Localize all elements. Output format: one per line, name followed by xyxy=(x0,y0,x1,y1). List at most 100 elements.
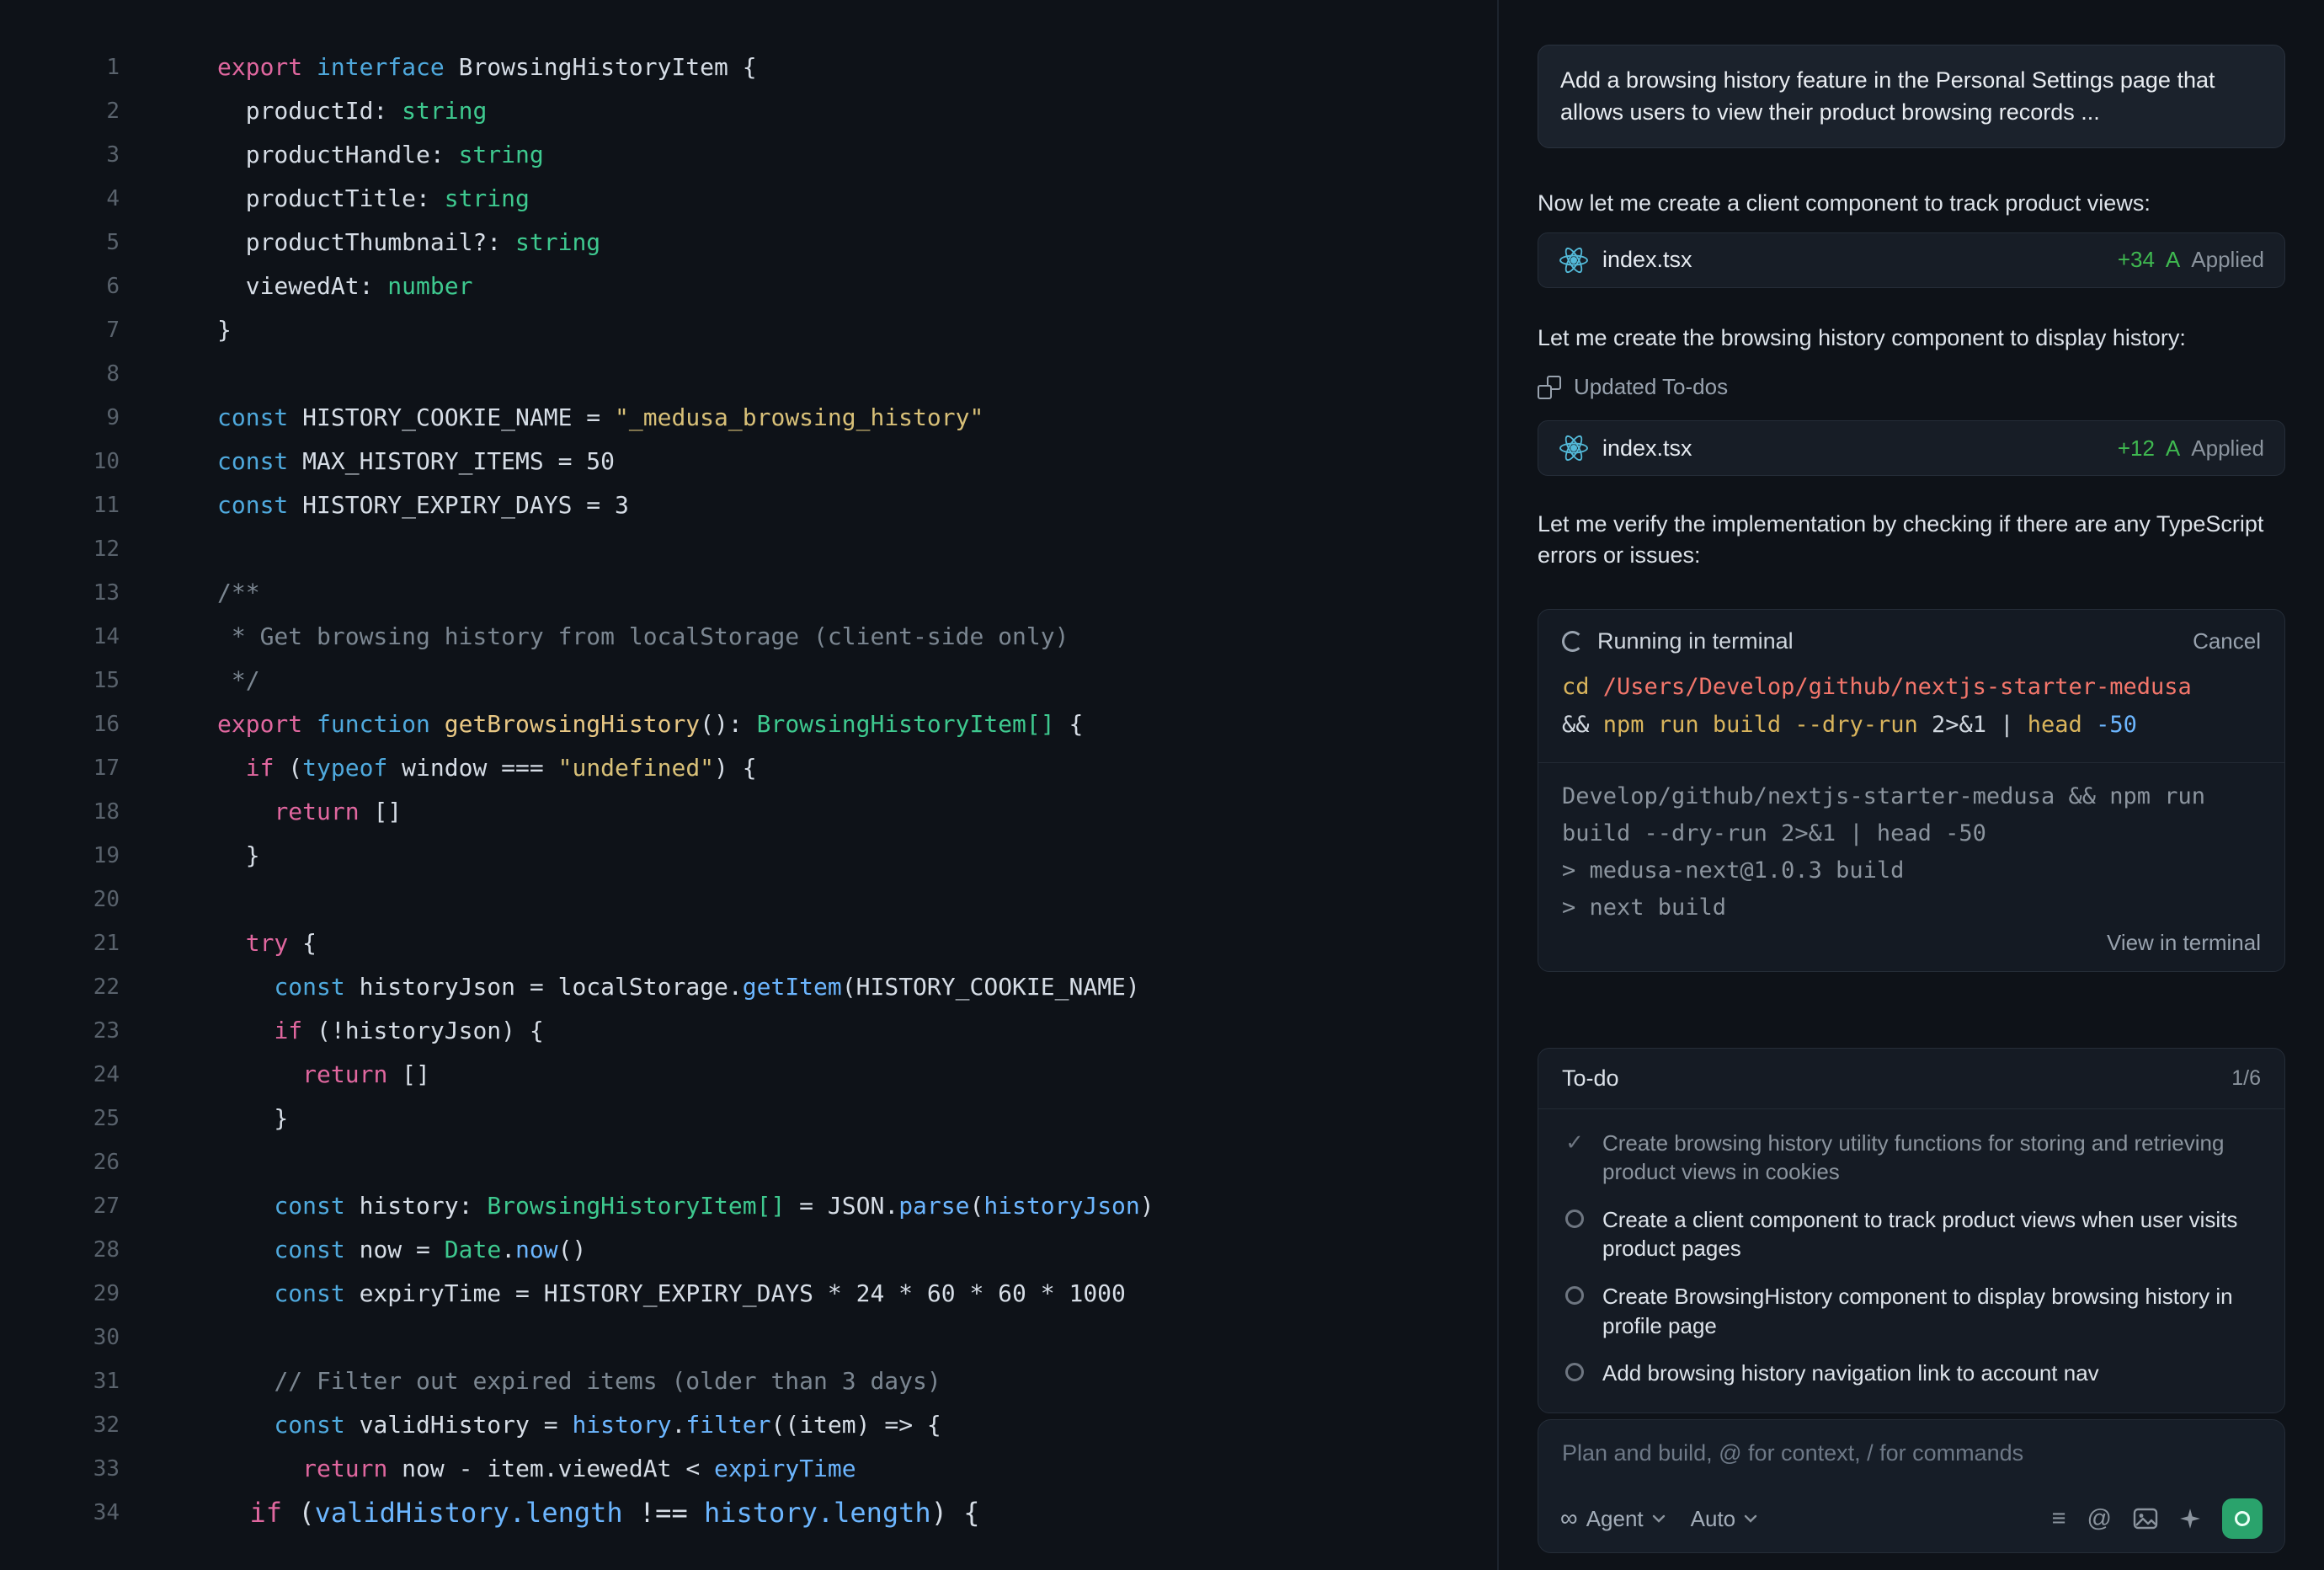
code-token: return xyxy=(302,1060,387,1088)
sparkle-icon[interactable] xyxy=(2179,1508,2201,1530)
code-line[interactable]: 16export function getBrowsingHistory(): … xyxy=(0,702,1497,746)
line-number: 18 xyxy=(0,790,120,834)
todo-item[interactable]: Add browsing history navigation link to … xyxy=(1562,1349,2261,1397)
code-line[interactable]: 32 const validHistory = history.filter((… xyxy=(0,1403,1497,1447)
code-line[interactable]: 15 */ xyxy=(0,659,1497,702)
code-line[interactable]: 9const HISTORY_COOKIE_NAME = "_medusa_br… xyxy=(0,396,1497,440)
line-number: 29 xyxy=(0,1272,120,1316)
cancel-button[interactable]: Cancel xyxy=(2193,628,2261,654)
todo-text: Add browsing history navigation link to … xyxy=(1602,1359,2099,1388)
todo-item[interactable]: Create BrowsingHistory component to disp… xyxy=(1562,1273,2261,1349)
code-token: const xyxy=(274,1236,344,1263)
code-line[interactable]: 34 if (validHistory.length !== history.l… xyxy=(0,1491,1497,1535)
mention-icon[interactable]: @ xyxy=(2087,1507,2112,1531)
chevron-down-icon xyxy=(1652,1514,1666,1524)
line-number: 11 xyxy=(0,483,120,527)
code-line[interactable]: 26 xyxy=(0,1140,1497,1184)
file-edit-card-2[interactable]: index.tsx +12 A Applied xyxy=(1538,420,2285,476)
code-token: } xyxy=(217,1104,288,1132)
todo-item[interactable]: Create a client component to track produ… xyxy=(1562,1196,2261,1273)
code-line[interactable]: 14 * Get browsing history from localStor… xyxy=(0,615,1497,659)
code-token: if xyxy=(250,1497,283,1529)
chat-composer[interactable]: ∞ Agent Auto ≡ @ xyxy=(1538,1419,2285,1553)
code-token xyxy=(1644,712,1658,738)
code-editor[interactable]: 1export interface BrowsingHistoryItem {2… xyxy=(0,0,1497,1570)
line-number: 25 xyxy=(0,1097,120,1140)
code-line[interactable]: 13/** xyxy=(0,571,1497,615)
code-token: [] xyxy=(387,1060,430,1088)
code-line[interactable]: 2 productId: string xyxy=(0,89,1497,133)
unchecked-circle-icon xyxy=(1565,1363,1584,1381)
model-selector[interactable]: Auto xyxy=(1691,1506,1758,1532)
code-line[interactable]: 3 productHandle: string xyxy=(0,133,1497,177)
updated-todos[interactable]: Updated To-dos xyxy=(1538,374,2285,400)
code-token: string xyxy=(459,141,544,168)
code-line[interactable]: 30 xyxy=(0,1316,1497,1359)
code-token: (HISTORY_COOKIE_NAME) xyxy=(842,973,1140,1001)
image-icon-glyph xyxy=(2133,1508,2158,1530)
line-number: 12 xyxy=(0,527,120,571)
code-line[interactable]: 19 } xyxy=(0,834,1497,878)
user-message[interactable]: Add a browsing history feature in the Pe… xyxy=(1538,45,2285,148)
code-token: /** xyxy=(217,579,260,606)
send-button[interactable] xyxy=(2222,1498,2263,1539)
code-line[interactable]: 7} xyxy=(0,308,1497,352)
code-token: () xyxy=(558,1236,587,1263)
code-line[interactable]: 5 productThumbnail?: string xyxy=(0,221,1497,264)
composer-toolbar: ∞ Agent Auto ≡ @ xyxy=(1560,1498,2263,1539)
unchecked-circle-icon xyxy=(1565,1286,1584,1305)
code-token: expiryTime xyxy=(714,1455,856,1482)
code-token: getItem xyxy=(743,973,842,1001)
code-line[interactable]: 10const MAX_HISTORY_ITEMS = 50 xyxy=(0,440,1497,483)
code-token: if xyxy=(246,754,275,782)
code-line[interactable]: 6 viewedAt: number xyxy=(0,264,1497,308)
line-number: 9 xyxy=(0,396,120,440)
code-token: --dry-run xyxy=(1794,712,1917,738)
image-icon[interactable] xyxy=(2133,1508,2158,1530)
line-number: 14 xyxy=(0,615,120,659)
code-line[interactable]: 22 const historyJson = localStorage.getI… xyxy=(0,965,1497,1009)
terminal-command: cd /Users/Develop/github/nextjs-starter-… xyxy=(1538,661,2284,763)
code-token: const xyxy=(274,973,344,1001)
line-number: 34 xyxy=(0,1491,120,1535)
list-icon[interactable]: ≡ xyxy=(2052,1507,2066,1531)
code-token: * Get browsing history from localStorage… xyxy=(217,622,1069,650)
code-line[interactable]: 29 const expiryTime = HISTORY_EXPIRY_DAY… xyxy=(0,1272,1497,1316)
code-line[interactable]: 11const HISTORY_EXPIRY_DAYS = 3 xyxy=(0,483,1497,527)
code-line[interactable]: 31 // Filter out expired items (older th… xyxy=(0,1359,1497,1403)
code-line[interactable]: 8 xyxy=(0,352,1497,396)
code-token: history.length xyxy=(704,1497,931,1529)
code-line[interactable]: 28 const now = Date.now() xyxy=(0,1228,1497,1272)
agent-mode-selector[interactable]: ∞ Agent xyxy=(1560,1506,1666,1532)
line-number: 8 xyxy=(0,352,120,396)
code-token: return xyxy=(274,798,359,825)
view-in-terminal-link[interactable]: View in terminal xyxy=(2107,930,2261,956)
assistant-text-2: Let me create the browsing history compo… xyxy=(1538,323,2285,354)
code-line[interactable]: 1export interface BrowsingHistoryItem { xyxy=(0,45,1497,89)
line-number: 22 xyxy=(0,965,120,1009)
code-token: const xyxy=(217,447,288,475)
chat-input[interactable] xyxy=(1560,1439,2263,1476)
todo-item[interactable]: ✓Create browsing history utility functio… xyxy=(1562,1119,2261,1196)
code-line[interactable]: 4 productTitle: string xyxy=(0,177,1497,221)
code-line[interactable]: 20 xyxy=(0,878,1497,921)
line-number: 4 xyxy=(0,177,120,221)
code-token xyxy=(1699,712,1713,738)
code-line[interactable]: 23 if (!historyJson) { xyxy=(0,1009,1497,1053)
code-token: now xyxy=(515,1236,558,1263)
code-line[interactable]: 33 return now - item.viewedAt < expiryTi… xyxy=(0,1447,1497,1491)
code-token: history xyxy=(572,1411,671,1439)
code-line[interactable]: 12 xyxy=(0,527,1497,571)
code-line[interactable]: 25 } xyxy=(0,1097,1497,1140)
code-token: build xyxy=(1713,712,1781,738)
file-edit-card-1[interactable]: index.tsx +34 A Applied xyxy=(1538,232,2285,288)
code-line[interactable]: 21 try { xyxy=(0,921,1497,965)
code-line[interactable]: 27 const history: BrowsingHistoryItem[] … xyxy=(0,1184,1497,1228)
code-token: // Filter out expired items (older than … xyxy=(274,1367,941,1395)
code-token: number xyxy=(387,272,472,300)
code-token xyxy=(217,1236,274,1263)
code-token xyxy=(217,1017,274,1044)
code-line[interactable]: 18 return [] xyxy=(0,790,1497,834)
code-line[interactable]: 24 return [] xyxy=(0,1053,1497,1097)
code-line[interactable]: 17 if (typeof window === "undefined") { xyxy=(0,746,1497,790)
